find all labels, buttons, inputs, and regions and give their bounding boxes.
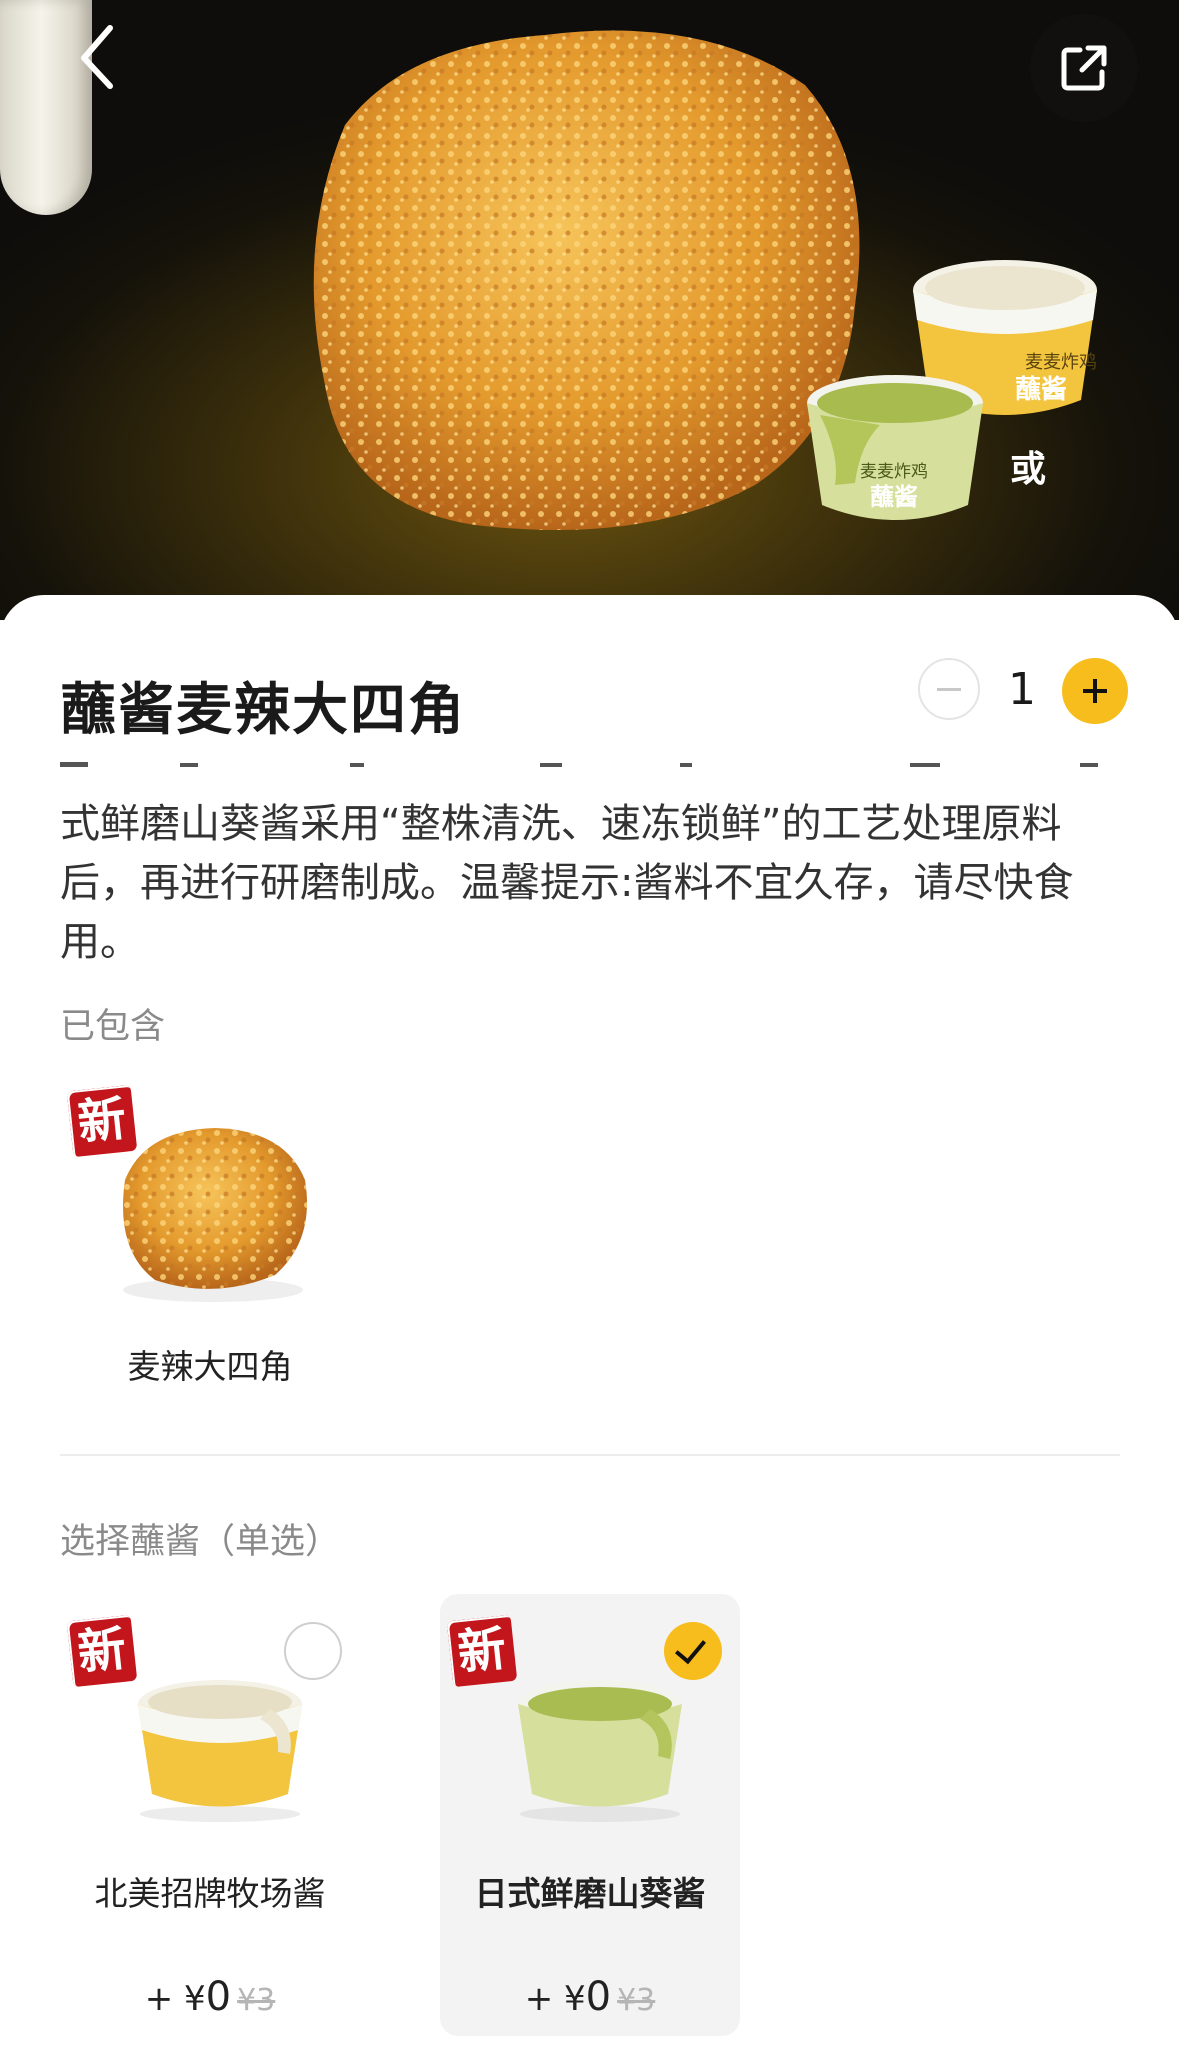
- sauce-option-wasabi[interactable]: 新 日式鲜磨山葵酱 + ¥0 ¥3: [440, 1594, 740, 2036]
- price-value: 0: [585, 1974, 612, 2020]
- svg-text:蘸酱: 蘸酱: [870, 483, 918, 511]
- radio-checked-icon[interactable]: [664, 1622, 722, 1680]
- ranch-sauce-image: [138, 1680, 302, 1822]
- quantity-increase-button[interactable]: [1062, 658, 1128, 724]
- quantity-decrease-button[interactable]: [918, 658, 980, 720]
- sauce-option-name: 日式鲜磨山葵酱: [474, 1874, 706, 1913]
- original-price: ¥3: [617, 1983, 656, 2018]
- sauce-option-price: + ¥0 ¥3: [440, 1974, 740, 2020]
- svg-text:蘸酱: 蘸酱: [1015, 374, 1067, 405]
- back-button[interactable]: [70, 22, 130, 92]
- original-price: ¥3: [237, 1983, 276, 2018]
- sauce-option-name: 北美招牌牧场酱: [94, 1874, 326, 1913]
- section-divider: [60, 1454, 1120, 1456]
- or-label: 或: [1010, 449, 1047, 490]
- svg-text:麦麦炸鸡: 麦麦炸鸡: [860, 462, 928, 482]
- product-title: 蘸酱麦辣大四角: [60, 678, 466, 743]
- included-item-name: 麦辣大四角: [127, 1347, 293, 1386]
- included-item-image: [123, 1128, 307, 1302]
- sauce-select-label: 选择蘸酱（单选）: [60, 1522, 341, 1562]
- quantity-value: 1: [1008, 664, 1036, 715]
- share-icon: [1061, 45, 1107, 91]
- wasabi-sauce-image: [518, 1680, 682, 1822]
- sauce-option-ranch[interactable]: 新 北美招牌牧场酱 + ¥0 ¥3: [60, 1594, 360, 2036]
- price-value: 0: [205, 1974, 232, 2020]
- product-hero-image: 麦麦炸鸡 蘸酱 麦麦炸鸡 蘸酱 或: [0, 0, 1179, 620]
- price-prefix: + ¥: [524, 1979, 586, 2019]
- chevron-left-icon: [81, 25, 113, 89]
- svg-text:麦麦炸鸡: 麦麦炸鸡: [1025, 352, 1097, 373]
- price-prefix: + ¥: [144, 1979, 206, 2019]
- product-description: 式鲜磨山葵酱采用“整株清洗、速冻锁鲜”的工艺处理原料后，再进行研磨制成。温馨提示…: [60, 801, 1074, 965]
- share-button[interactable]: [1030, 14, 1138, 122]
- sauce-option-price: + ¥0 ¥3: [60, 1974, 360, 2020]
- radio-unchecked[interactable]: [284, 1622, 342, 1680]
- truncated-text-line: [60, 755, 1120, 767]
- included-section-label: 已包含: [60, 1007, 166, 1047]
- fried-chicken-image: [313, 30, 860, 531]
- wasabi-sauce-cup-image: 麦麦炸鸡 蘸酱: [807, 375, 983, 520]
